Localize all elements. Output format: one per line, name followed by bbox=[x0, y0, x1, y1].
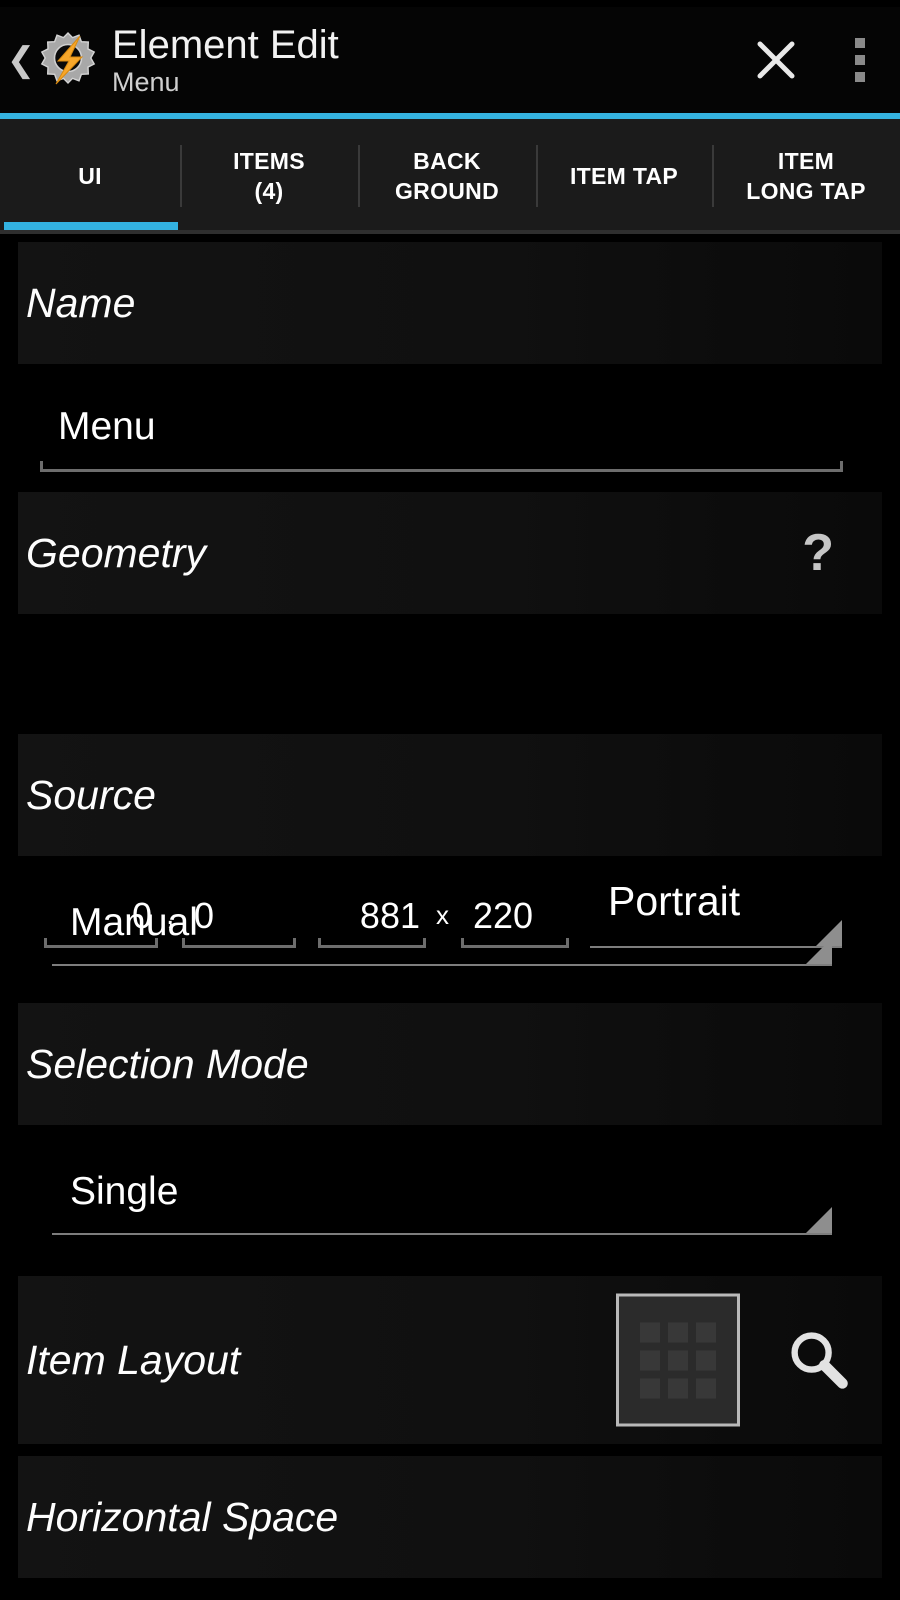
section-header-source: Source bbox=[18, 734, 882, 856]
name-input[interactable]: Menu bbox=[40, 404, 843, 472]
header-title-block: Element Edit Menu bbox=[112, 23, 732, 98]
section-label-source: Source bbox=[26, 771, 156, 818]
tab-ui-label: UI bbox=[78, 163, 102, 189]
section-label-horizontal-space: Horizontal Space bbox=[26, 1493, 339, 1540]
tab-item-long-tap-label: ITEM LONG TAP bbox=[746, 148, 866, 204]
search-icon[interactable] bbox=[784, 1326, 852, 1394]
page-subtitle: Menu bbox=[112, 66, 180, 97]
section-label-selection-mode: Selection Mode bbox=[26, 1040, 309, 1087]
back-chevron-icon[interactable]: ❮ bbox=[6, 43, 36, 77]
section-label-geometry: Geometry bbox=[26, 529, 206, 576]
tab-item-tap-label: ITEM TAP bbox=[569, 163, 679, 189]
tasker-gear-bolt-logo bbox=[36, 28, 100, 92]
item-layout-preview-button[interactable] bbox=[616, 1293, 740, 1427]
grid-layout-preview-icon bbox=[640, 1322, 716, 1398]
source-spinner-value: Manual bbox=[70, 901, 198, 944]
tab-background-label: BACK GROUND bbox=[394, 148, 500, 204]
screen-top-bezel bbox=[0, 0, 900, 7]
overflow-menu-icon bbox=[855, 38, 865, 82]
tab-ui[interactable]: UI bbox=[0, 119, 180, 233]
selection-mode-spinner-value: Single bbox=[70, 1170, 179, 1213]
selection-mode-spinner[interactable]: Single bbox=[52, 1169, 832, 1235]
section-label-item-layout: Item Layout bbox=[26, 1336, 241, 1383]
section-header-horizontal-space: Horizontal Space bbox=[18, 1456, 882, 1578]
app-header: ❮ Element Edit Menu bbox=[0, 7, 900, 113]
settings-scroll-area[interactable]: Name Menu Geometry ? 0 , 0 881 x 220 Por… bbox=[0, 234, 900, 1600]
name-input-underline bbox=[40, 461, 843, 472]
spinner-dropdown-triangle-icon bbox=[806, 1207, 832, 1233]
tab-background[interactable]: BACK GROUND bbox=[358, 119, 536, 233]
tab-items-label: ITEMS (4) bbox=[233, 148, 305, 204]
section-header-selection-mode: Selection Mode bbox=[18, 1003, 882, 1125]
overflow-menu-button[interactable] bbox=[820, 7, 900, 113]
tab-item-long-tap[interactable]: ITEM LONG TAP bbox=[712, 119, 900, 233]
close-button[interactable] bbox=[732, 7, 820, 113]
source-spinner[interactable]: Manual bbox=[52, 900, 832, 966]
tab-item-tap[interactable]: ITEM TAP bbox=[536, 119, 712, 233]
close-x-icon bbox=[757, 41, 795, 79]
section-header-item-layout: Item Layout bbox=[18, 1276, 882, 1444]
section-label-name: Name bbox=[26, 279, 136, 326]
name-input-value: Menu bbox=[58, 405, 156, 448]
tab-items[interactable]: ITEMS (4) bbox=[180, 119, 358, 233]
section-header-geometry: Geometry ? bbox=[18, 492, 882, 614]
spinner-dropdown-triangle-icon bbox=[806, 938, 832, 964]
help-icon[interactable]: ? bbox=[802, 527, 834, 579]
section-header-name: Name bbox=[18, 242, 882, 364]
page-title: Element Edit bbox=[112, 22, 339, 67]
tab-bar: UI ITEMS (4) BACK GROUND ITEM TAP ITEM LONG… bbox=[0, 119, 900, 233]
